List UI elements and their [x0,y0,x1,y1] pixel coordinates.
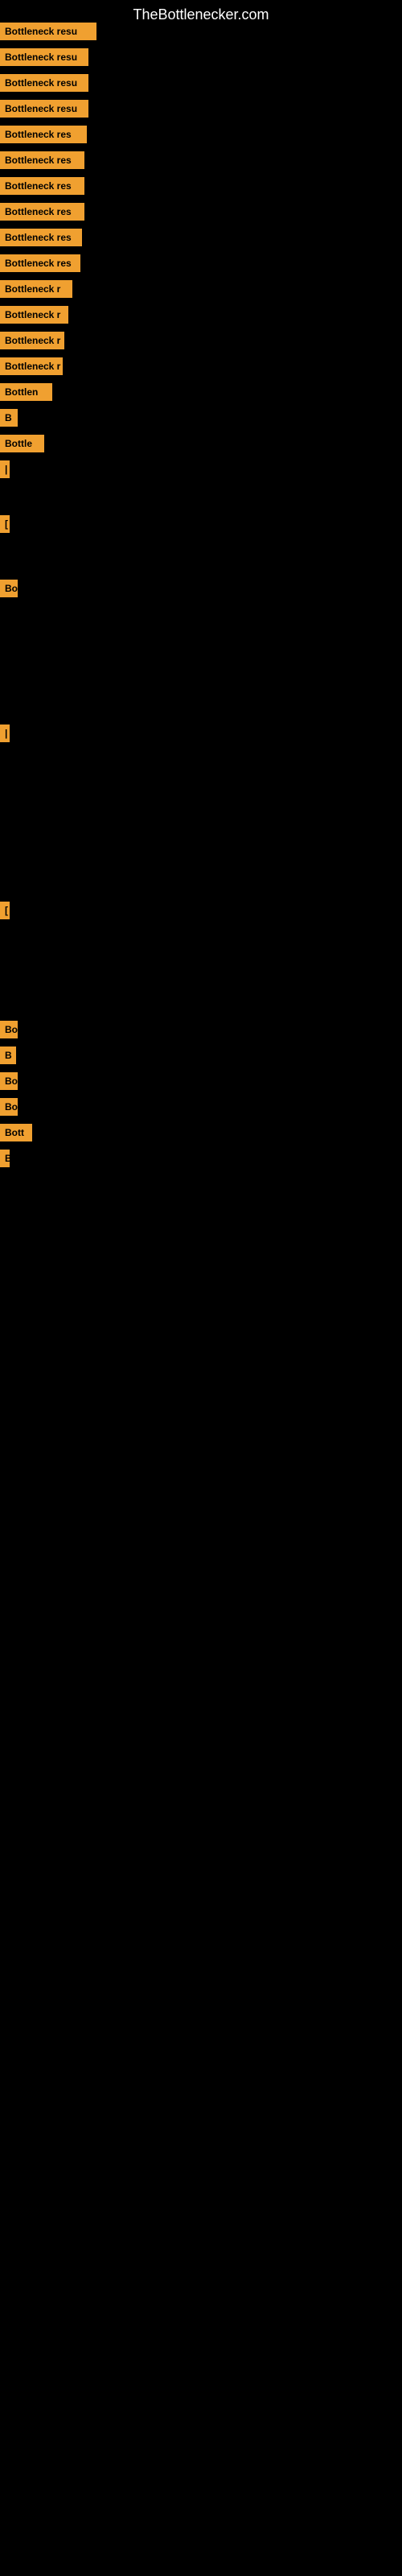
bottleneck-item-5[interactable]: Bottleneck res [0,126,87,143]
bottleneck-item-28[interactable]: B [0,1150,10,1167]
bottleneck-item-11[interactable]: Bottleneck r [0,280,72,298]
bottleneck-item-2[interactable]: Bottleneck resu [0,48,88,66]
bottleneck-item-24[interactable]: B [0,1046,16,1064]
bottleneck-item-16[interactable]: B [0,409,18,427]
bottleneck-item-20[interactable]: Bo [0,580,18,597]
bottleneck-item-17[interactable]: Bottle [0,435,44,452]
bottleneck-item-14[interactable]: Bottleneck r [0,357,63,375]
bottleneck-item-23[interactable]: Bo [0,1021,18,1038]
bottleneck-item-21[interactable]: | [0,724,10,742]
bottleneck-item-10[interactable]: Bottleneck res [0,254,80,272]
bottleneck-item-12[interactable]: Bottleneck r [0,306,68,324]
bottleneck-item-19[interactable]: [ [0,515,10,533]
bottleneck-item-27[interactable]: Bott [0,1124,32,1141]
bottleneck-item-26[interactable]: Bo [0,1098,18,1116]
bottleneck-item-18[interactable]: | [0,460,10,478]
bottleneck-item-4[interactable]: Bottleneck resu [0,100,88,118]
bottleneck-item-9[interactable]: Bottleneck res [0,229,82,246]
bottleneck-item-8[interactable]: Bottleneck res [0,203,84,221]
bottleneck-item-13[interactable]: Bottleneck r [0,332,64,349]
bottleneck-item-25[interactable]: Bo [0,1072,18,1090]
bottleneck-item-22[interactable]: [ [0,902,10,919]
bottleneck-item-1[interactable]: Bottleneck resu [0,23,96,40]
bottleneck-item-6[interactable]: Bottleneck res [0,151,84,169]
bottleneck-item-15[interactable]: Bottlen [0,383,52,401]
bottleneck-item-3[interactable]: Bottleneck resu [0,74,88,92]
bottleneck-item-7[interactable]: Bottleneck res [0,177,84,195]
